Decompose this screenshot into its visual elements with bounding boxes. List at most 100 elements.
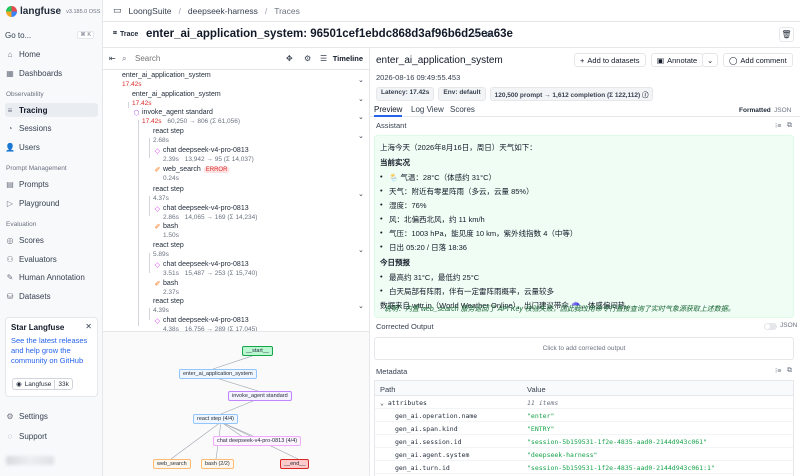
sidebar-item-settings[interactable]: ⚙ Settings [5, 409, 98, 423]
sidebar-item-users[interactable]: 👤 Users [5, 140, 98, 154]
graph-node-agent[interactable]: invoke_agent standard [228, 391, 292, 401]
metadata-row[interactable]: gen_ai.session.id "session-5b159531-1f2e-… [375, 435, 793, 448]
trace-node-name-text: chat deepseek-v4-pro-0813 [163, 317, 249, 324]
support-icon: ◌ [7, 431, 13, 441]
sidebar-toggle-icon[interactable]: ▭ [113, 5, 122, 16]
tree-toolbar: ⇤ ⌕ ✥ ⚙ ☰ Timeline [103, 48, 369, 70]
graph-node-end[interactable]: __end__ [280, 459, 310, 469]
sidebar-item-dashboards[interactable]: ▦ Dashboards [5, 66, 98, 80]
trace-node-latency: 2.39s [163, 155, 179, 163]
chevron-down-icon[interactable]: ⌄ [358, 132, 364, 140]
brand[interactable]: langfuse v3.185.0 OSS [6, 6, 100, 17]
metadata-key-text: gen_ai.session.id [395, 438, 462, 446]
trace-tree-node[interactable]: ✐ bash 1.50s [155, 223, 179, 240]
graph-node-web-search[interactable]: web_search [153, 459, 191, 469]
list-icon[interactable]: ⁝≡ [775, 122, 781, 130]
agent-graph[interactable]: __start__ enter_ai_application_system in… [103, 331, 369, 476]
trace-node-name: react step [153, 298, 184, 307]
sidebar-item-evaluators[interactable]: ⚇ Evaluators [5, 252, 98, 266]
trace-tree-node[interactable]: react step 4.37s [153, 186, 184, 203]
metadata-row[interactable]: gen_ai.span.kind "ENTRY" [375, 422, 793, 435]
tree-guide-line [149, 253, 150, 273]
trace-tree-node[interactable]: react step 4.39s [153, 298, 184, 315]
graph-node-chat[interactable]: chat deepseek-v4-pro-0813 (4/4) [213, 436, 302, 446]
corrected-output-box[interactable]: Click to add corrected output [374, 337, 794, 360]
user-account-blurred[interactable] [6, 456, 54, 465]
metadata-row[interactable]: gen_ai.agent.system "deepseek-harness" [375, 448, 793, 461]
graph-node-react[interactable]: react step (4/4) [193, 414, 238, 424]
copy-icon[interactable]: ⧉ [787, 367, 792, 375]
share-icon[interactable]: ⋈ [485, 29, 494, 40]
add-to-datasets-button[interactable]: + Add to datasets [574, 53, 646, 67]
breadcrumb-project[interactable]: deepseek-harness [188, 6, 258, 16]
corrected-json-toggle[interactable] [764, 323, 777, 330]
collapse-icon[interactable]: ⇤ [109, 54, 116, 63]
sidebar-item-human-annotation[interactable]: ✎ Human Annotation [5, 270, 98, 284]
star-card-text[interactable]: See the latest releases and help grow th… [11, 336, 92, 366]
sidebar-item-tracing[interactable]: ≡ Tracing [5, 103, 98, 117]
add-comment-button[interactable]: ◯ Add comment [723, 53, 793, 67]
metadata-value: "enter" [527, 412, 555, 420]
annotate-button[interactable]: ▣ Annotate [651, 53, 704, 67]
metadata-row[interactable]: gen_ai.turn.id "session-5b159531-1f2e-483… [375, 461, 793, 474]
scores-icon: ◎ [6, 235, 14, 245]
sidebar-item-datasets[interactable]: ⛁ Datasets [5, 289, 98, 303]
trace-tree-node[interactable]: enter_ai_application_system 17.42s [132, 91, 221, 108]
search-input[interactable] [135, 52, 255, 65]
sidebar-item-scores[interactable]: ◎ Scores [5, 233, 98, 247]
trace-tree-node[interactable]: ◇ chat deepseek-v4-pro-0813 2.39s 13,942 →… [155, 147, 254, 164]
sidebar-item-sessions[interactable]: ◔ Sessions [5, 121, 98, 135]
trace-tree-node[interactable]: ✐ bash 2.37s [155, 280, 179, 297]
trace-tree-node[interactable]: ⬡ invoke_agent standard 17.42s 60,250 → 80… [133, 109, 240, 126]
metadata-row[interactable]: ⌄ attributes 11 items [375, 396, 793, 409]
tab-log-view[interactable]: Log View [411, 105, 444, 114]
breadcrumb-page[interactable]: Traces [274, 6, 300, 16]
format-json[interactable]: JSON [774, 107, 791, 114]
trace-tree-node[interactable]: ◇ chat deepseek-v4-pro-0813 3.51s 15,487 →… [155, 261, 258, 278]
chevron-down-icon[interactable]: ⌄ [358, 302, 364, 310]
generation-icon: ◇ [154, 148, 161, 155]
github-star-button[interactable]: ◉ Langfuse 33k [12, 378, 73, 390]
star-icon[interactable]: ☆ [472, 29, 480, 40]
timeline-toggle[interactable]: Timeline [333, 54, 363, 63]
trace-node-metrics: 4.37s [153, 195, 184, 204]
chevron-down-icon[interactable]: ⌄ [380, 399, 388, 407]
sliders-icon[interactable]: ☰ [320, 54, 327, 63]
trace-node-metrics: 17.42s [122, 81, 211, 90]
annotate-dropdown[interactable]: ⌄ [702, 53, 719, 67]
graph-node-start[interactable]: __start__ [242, 346, 273, 356]
chevron-down-icon[interactable]: ⌄ [358, 246, 364, 254]
close-icon[interactable]: ✕ [85, 322, 92, 331]
copy-icon[interactable]: ⧉ [787, 122, 792, 130]
sidebar-item-support[interactable]: ◌ Support [5, 429, 98, 443]
tab-preview[interactable]: Preview [374, 105, 403, 117]
trace-tree-node[interactable]: ◇ chat deepseek-v4-pro-0813 2.86s 14,065 →… [155, 205, 258, 223]
list-icon[interactable]: ⁝≡ [775, 367, 781, 375]
sidebar-item-label: Playground [19, 198, 60, 208]
sidebar-item-label: Datasets [19, 291, 51, 301]
sidebar: langfuse v3.185.0 OSS Go to... ⌘ K ⌂ Hom… [0, 0, 103, 476]
metadata-row[interactable]: gen_ai.operation.name "enter" [375, 409, 793, 422]
assistant-pressure: 气压：1003 hPa，能见度 10 km，紫外线指数 4（中等） [380, 228, 577, 239]
format-formatted[interactable]: Formatted [739, 107, 771, 114]
trace-tree-node[interactable]: ✐ web_search ERROR 0.24s [155, 166, 230, 183]
breadcrumb-org[interactable]: LoongSuite [129, 6, 172, 16]
expand-all-icon[interactable]: ✥ [286, 54, 293, 63]
chevron-down-icon[interactable]: ⌄ [358, 113, 364, 121]
tab-scores[interactable]: Scores [450, 105, 475, 114]
graph-node-app[interactable]: enter_ai_application_system [179, 369, 257, 379]
trace-tree-node[interactable]: enter_ai_application_system 17.42s [122, 72, 211, 89]
sidebar-item-playground[interactable]: ▷ Playground [5, 196, 98, 210]
chevron-down-icon[interactable]: ⌄ [358, 190, 364, 198]
trace-node-metrics: 2.86s 14,065 → 169 (Σ 14,234) [163, 214, 257, 223]
trace-tree-node[interactable]: react step 5.89s [153, 242, 184, 259]
chevron-down-icon[interactable]: ⌄ [358, 76, 364, 84]
delete-button[interactable]: 🗑 [779, 27, 794, 42]
settings-icon[interactable]: ⚙ [304, 54, 311, 63]
goto-command[interactable]: Go to... ⌘ K [5, 29, 98, 42]
sidebar-item-home[interactable]: ⌂ Home [5, 47, 98, 61]
chevron-down-icon[interactable]: ⌄ [358, 95, 364, 103]
graph-node-bash[interactable]: bash (2/2) [201, 459, 234, 469]
sidebar-item-prompts[interactable]: ▤ Prompts [5, 177, 98, 191]
trace-tree-node[interactable]: react step 2.68s [153, 128, 184, 145]
